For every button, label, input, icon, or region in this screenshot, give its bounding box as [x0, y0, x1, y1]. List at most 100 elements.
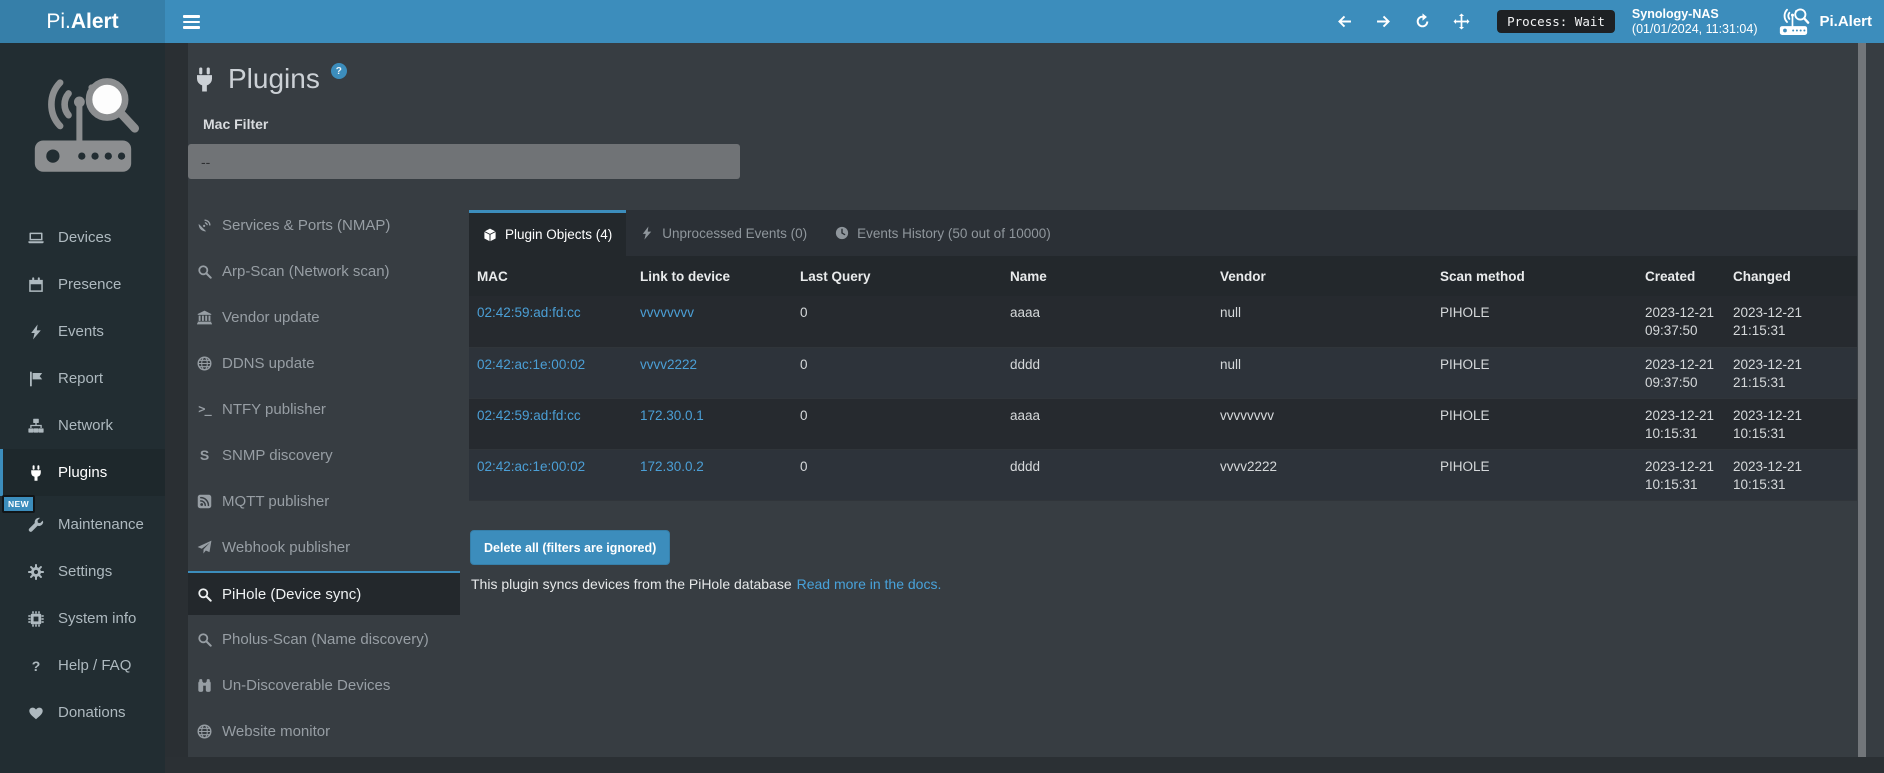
- sidebar-item-label: System info: [58, 610, 136, 627]
- sidebar-item-donations[interactable]: Donations: [0, 689, 165, 736]
- search-icon: [196, 264, 213, 279]
- cell-created: 2023-12-2109:37:50: [1637, 347, 1725, 398]
- cell-scan-method: PIHOLE: [1432, 398, 1637, 449]
- sidebar-item-label: Presence: [58, 276, 121, 293]
- mac-link[interactable]: 02:42:ac:1e:00:02: [477, 459, 585, 474]
- tab-unprocessed-events-0[interactable]: Unprocessed Events (0): [626, 210, 821, 256]
- sitemap-icon: [27, 418, 45, 434]
- question-icon: ?: [27, 659, 45, 673]
- cell-created: 2023-12-2109:37:50: [1637, 296, 1725, 347]
- sidebar-item-settings[interactable]: Settings: [0, 548, 165, 595]
- sidebar-item-presence[interactable]: Presence: [0, 261, 165, 308]
- new-badge: NEW: [2, 495, 35, 513]
- cell-mac: 02:42:ac:1e:00:02: [469, 449, 632, 500]
- plugin-nav-item-un-discoverable-devices[interactable]: Un-Discoverable Devices: [188, 663, 460, 707]
- cell-last-query: 0: [792, 296, 1002, 347]
- sidebar-item-report[interactable]: Report: [0, 355, 165, 402]
- column-header-scan-method: Scan method: [1432, 256, 1637, 296]
- plugin-nav-item-webhook-publisher[interactable]: Webhook publisher: [188, 525, 460, 569]
- forward-button[interactable]: [1375, 13, 1392, 30]
- plugin-nav-item-ntfy-publisher[interactable]: >_NTFY publisher: [188, 387, 460, 431]
- back-button[interactable]: [1336, 13, 1353, 30]
- mac-filter-input[interactable]: [188, 144, 740, 179]
- brand-prefix: Pi.: [46, 10, 71, 34]
- cell-created: 2023-12-2110:15:31: [1637, 449, 1725, 500]
- sidebar-item-plugins[interactable]: Plugins: [0, 449, 165, 496]
- cell-scan-method: PIHOLE: [1432, 296, 1637, 347]
- plugin-nav-item-pihole-device-sync[interactable]: PiHole (Device sync): [188, 571, 460, 615]
- plugin-nav-label: Vendor update: [222, 309, 320, 326]
- wrench-icon: [27, 517, 45, 533]
- delete-all-button[interactable]: Delete all (filters are ignored): [470, 530, 670, 565]
- topbar: Pi.Alert Process: Wait Synology-NAS (01/…: [0, 0, 1884, 43]
- plugin-nav-label: Services & Ports (NMAP): [222, 217, 390, 234]
- plug-icon: [192, 59, 217, 92]
- sidebar-item-maintenance[interactable]: MaintenanceNEW: [0, 501, 165, 548]
- plugin-nav-item-pholus-scan-name-discovery[interactable]: Pholus-Scan (Name discovery): [188, 617, 460, 661]
- tab-plugin-objects-4[interactable]: Plugin Objects (4): [469, 210, 626, 256]
- refresh-button[interactable]: [1414, 13, 1431, 30]
- plugin-nav-label: Website monitor: [222, 723, 330, 740]
- app-logo[interactable]: Pi.Alert: [0, 0, 165, 43]
- cell-mac: 02:42:ac:1e:00:02: [469, 347, 632, 398]
- cell-scan-method: PIHOLE: [1432, 449, 1637, 500]
- plugin-nav-item-arp-scan-network-scan[interactable]: Arp-Scan (Network scan): [188, 249, 460, 293]
- cell-link: vvvvvvvv: [632, 296, 792, 347]
- mac-link[interactable]: 02:42:ac:1e:00:02: [477, 357, 585, 372]
- cell-vendor: vvvvvvvv: [1212, 398, 1432, 449]
- bolt-icon: [640, 226, 654, 240]
- sidebar-item-label: Devices: [58, 229, 111, 246]
- cell-name: aaaa: [1002, 398, 1212, 449]
- terminal-icon: >_: [196, 403, 213, 415]
- plugin-nav-item-services-ports-nmap[interactable]: Services & Ports (NMAP): [188, 203, 460, 247]
- column-header-created: Created: [1637, 256, 1725, 296]
- plugin-nav-item-website-monitor[interactable]: Website monitor: [188, 709, 460, 753]
- cell-mac: 02:42:59:ad:fd:cc: [469, 296, 632, 347]
- table-header-row: MACLink to deviceLast QueryNameVendorSca…: [469, 256, 1857, 296]
- tab-label: Plugin Objects (4): [505, 227, 612, 242]
- device-link[interactable]: vvvv2222: [640, 357, 697, 372]
- content-area: Plugins ? Mac Filter Services & Ports (N…: [188, 43, 1884, 773]
- sidebar-item-devices[interactable]: Devices: [0, 214, 165, 261]
- sidebar-item-system-info[interactable]: System info: [0, 595, 165, 642]
- plugin-nav-item-ddns-update[interactable]: DDNS update: [188, 341, 460, 385]
- sidebar-item-label: Plugins: [58, 464, 107, 481]
- cell-name: dddd: [1002, 449, 1212, 500]
- clock-icon: [835, 226, 849, 240]
- plugin-nav-item-snmp-discovery[interactable]: SSNMP discovery: [188, 433, 460, 477]
- page-header: Plugins ?: [192, 59, 347, 99]
- docs-link[interactable]: Read more in the docs.: [797, 576, 942, 592]
- table-row: 02:42:ac:1e:00:02172.30.0.20ddddvvvv2222…: [469, 449, 1857, 500]
- plug-icon: [27, 465, 45, 481]
- cell-last-query: 0: [792, 449, 1002, 500]
- column-header-name: Name: [1002, 256, 1212, 296]
- sidebar-item-label: Settings: [58, 563, 112, 580]
- binoculars-icon: [196, 678, 213, 693]
- help-badge[interactable]: ?: [331, 63, 347, 79]
- sidebar: Devices Presence EventsReportNetwork Plugin…: [0, 43, 165, 773]
- chip-icon: [27, 611, 45, 627]
- plugin-nav-label: SNMP discovery: [222, 447, 333, 464]
- mac-link[interactable]: 02:42:59:ad:fd:cc: [477, 408, 581, 423]
- sidebar-toggle-button[interactable]: [179, 10, 205, 34]
- bolt-icon: [27, 324, 45, 340]
- plugin-nav: Services & Ports (NMAP) Arp-Scan (Network…: [188, 203, 460, 755]
- refresh-icon: [1414, 13, 1431, 30]
- device-link[interactable]: 172.30.0.1: [640, 408, 704, 423]
- cell-name: dddd: [1002, 347, 1212, 398]
- scrollbar-thumb[interactable]: [1858, 43, 1866, 757]
- plugin-nav-item-vendor-update[interactable]: Vendor update: [188, 295, 460, 339]
- plugin-nav-label: Pholus-Scan (Name discovery): [222, 631, 429, 648]
- plugin-nav-label: MQTT publisher: [222, 493, 329, 510]
- move-button[interactable]: [1453, 13, 1470, 30]
- cell-link: 172.30.0.2: [632, 449, 792, 500]
- sidebar-item-network[interactable]: Network: [0, 402, 165, 449]
- sidebar-item-help-faq[interactable]: ?Help / FAQ: [0, 642, 165, 689]
- plugin-nav-item-mqtt-publisher[interactable]: MQTT publisher: [188, 479, 460, 523]
- mac-link[interactable]: 02:42:59:ad:fd:cc: [477, 305, 581, 320]
- device-link[interactable]: 172.30.0.2: [640, 459, 704, 474]
- gear-icon: [27, 564, 45, 580]
- device-link[interactable]: vvvvvvvv: [640, 305, 694, 320]
- sidebar-item-events[interactable]: Events: [0, 308, 165, 355]
- tab-events-history-50-out-of-10000[interactable]: Events History (50 out of 10000): [821, 210, 1065, 256]
